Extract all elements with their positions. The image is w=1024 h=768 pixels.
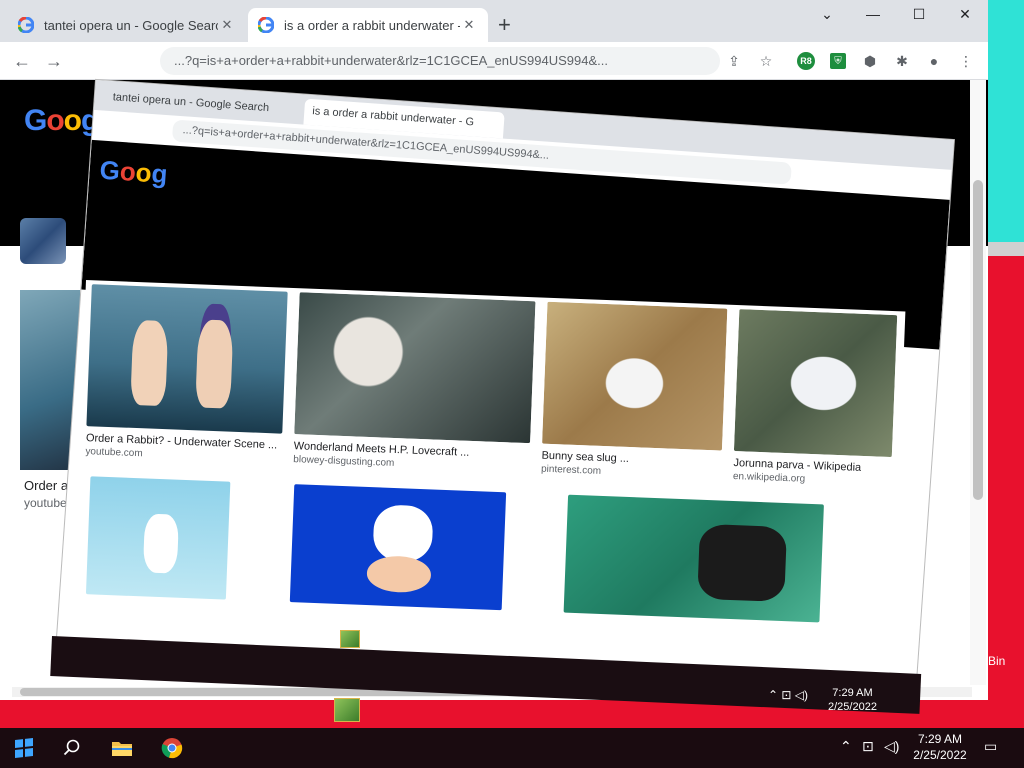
minimize-button[interactable]: — xyxy=(850,6,896,28)
image-result-card[interactable]: Bunny sea slug ... pinterest.com xyxy=(541,301,728,482)
chevron-down-icon[interactable]: ⌄ xyxy=(804,6,850,28)
result-source: youtube xyxy=(24,496,67,510)
image-result-card[interactable]: Order a Rabbit? - Underwater Scene ... y… xyxy=(85,284,288,464)
desktop-gray-strip xyxy=(988,242,1024,256)
result-caption[interactable]: Order a xyxy=(24,478,68,493)
puzzle-extensions-icon[interactable]: ✱ xyxy=(892,51,912,71)
folder-icon xyxy=(112,742,132,756)
nested-tray-icons: ⌃ ⊡ ◁) xyxy=(768,688,809,702)
tab-title: tantei opera un - Google Search xyxy=(44,17,218,33)
shield-ext-icon[interactable]: ⬢ xyxy=(860,51,880,71)
menu-kebab-icon[interactable]: ⋮ xyxy=(956,51,976,71)
taskbar: ⌃ ⊡ ◁) 7:29 AM 2/25/2022 ▭ xyxy=(0,728,1024,768)
nested-clock-time: 7:29 AM xyxy=(832,687,873,699)
nested-clock-date: 2/25/2022 xyxy=(828,701,877,713)
result-image[interactable] xyxy=(289,484,507,611)
recycle-bin-label[interactable]: Bin xyxy=(988,654,1005,668)
notifications-icon[interactable]: ▭ xyxy=(984,738,997,755)
logo-letter: g xyxy=(150,158,169,190)
tab-tantei-opera[interactable]: tantei opera un - Google Search ✕ xyxy=(8,8,246,42)
image-result-card[interactable]: Wonderland Meets H.P. Lovecraft ... blow… xyxy=(293,292,536,474)
chevron-up-icon[interactable]: ⌃ xyxy=(840,738,852,755)
result-image[interactable] xyxy=(294,292,536,444)
recycle-bin-label-nested: Bin xyxy=(902,624,918,636)
search-button[interactable] xyxy=(48,728,96,768)
toolbar: ← → ...?q=is+a+order+a+rabbit+underwater… xyxy=(0,42,988,80)
share-icon[interactable]: ⇪ xyxy=(724,51,744,71)
result-image[interactable] xyxy=(733,309,898,458)
image-result-card[interactable] xyxy=(563,494,824,623)
image-results-grid: Order a Rabbit? - Underwater Scene ... y… xyxy=(72,280,906,672)
bookmark-star-icon[interactable]: ☆ xyxy=(756,51,776,71)
windows-logo-icon xyxy=(15,738,33,758)
profile-avatar-icon[interactable]: ● xyxy=(924,51,944,71)
google-icon xyxy=(258,17,274,33)
close-window-button[interactable]: ✕ xyxy=(942,6,988,28)
search-icon xyxy=(63,739,80,756)
result-image[interactable] xyxy=(563,494,824,623)
google-logo[interactable]: Goog xyxy=(24,104,99,138)
logo-letter: G xyxy=(98,154,121,186)
logo-letter: G xyxy=(24,104,47,137)
related-chip-thumbnail[interactable] xyxy=(20,218,66,264)
image-result-card[interactable] xyxy=(85,476,231,600)
image-result-card[interactable]: Jorunna parva - Wikipedia en.wikipedia.o… xyxy=(733,309,898,488)
file-explorer-button[interactable] xyxy=(98,728,146,768)
google-icon xyxy=(18,17,34,33)
nested-clock: 7:29 AM 2/25/2022 xyxy=(828,686,877,714)
desktop-accent-strip xyxy=(988,0,1024,242)
chrome-taskbar-button[interactable] xyxy=(148,728,196,768)
extension-r8-icon[interactable]: R8 xyxy=(796,51,816,71)
result-image[interactable] xyxy=(85,476,231,600)
vertical-scroll-thumb[interactable] xyxy=(973,180,983,500)
volume-icon[interactable]: ◁) xyxy=(884,738,899,755)
clock-time: 7:29 AM xyxy=(917,732,963,746)
image-result-card[interactable] xyxy=(289,484,507,611)
desktop-app-icon[interactable] xyxy=(334,698,360,722)
close-icon[interactable]: ✕ xyxy=(218,17,236,33)
tab-strip: tantei opera un - Google Search ✕ is a o… xyxy=(0,0,988,42)
chrome-icon xyxy=(161,738,183,759)
extension-green-icon[interactable]: ⛨ xyxy=(828,51,848,71)
start-button[interactable] xyxy=(0,728,48,768)
result-image[interactable] xyxy=(542,301,728,451)
green-ext-badge: ⛨ xyxy=(830,53,846,69)
nested-google-logo: Goog xyxy=(99,155,169,191)
r8-badge: R8 xyxy=(797,52,815,70)
address-bar[interactable]: ...?q=is+a+order+a+rabbit+underwater&rlz… xyxy=(160,47,720,75)
maximize-button[interactable]: ☐ xyxy=(896,6,942,28)
taskbar-clock[interactable]: 7:29 AM 2/25/2022 xyxy=(908,731,972,763)
logo-letter: o xyxy=(63,104,82,137)
desktop-app-icon xyxy=(340,630,360,648)
clock-date: 2/25/2022 xyxy=(913,748,967,762)
result-image[interactable] xyxy=(86,284,288,434)
logo-letter: o xyxy=(46,104,64,137)
network-icon[interactable]: ⊡ xyxy=(862,738,874,755)
tab-title: is a order a rabbit underwater - G xyxy=(284,17,460,33)
tab-rabbit-underwater[interactable]: is a order a rabbit underwater - G ✕ xyxy=(248,8,488,42)
back-button[interactable]: ← xyxy=(10,51,34,71)
new-tab-button[interactable]: + xyxy=(498,14,511,36)
close-icon[interactable]: ✕ xyxy=(460,17,478,33)
forward-button[interactable]: → xyxy=(42,51,66,71)
